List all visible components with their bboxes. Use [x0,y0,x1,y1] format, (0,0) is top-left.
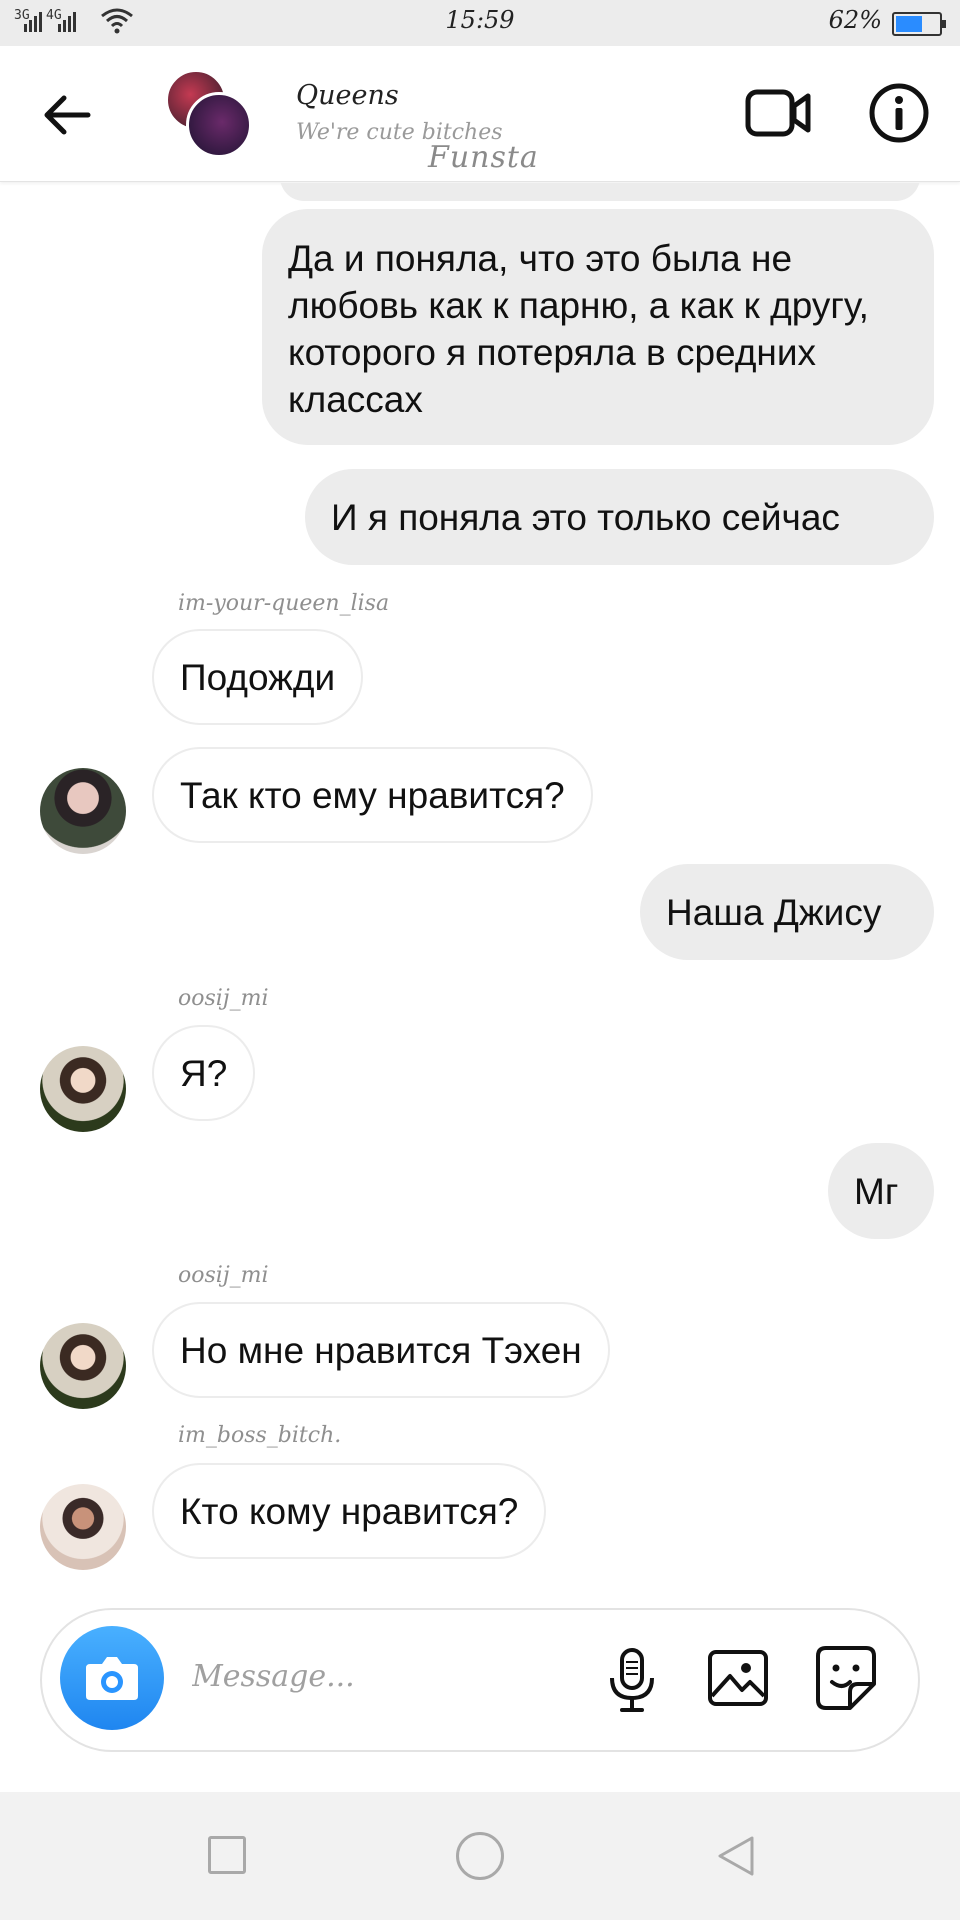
camera-button[interactable] [60,1626,164,1730]
camera-icon [86,1657,138,1700]
message-bubble-incoming[interactable]: Кто кому нравится? [152,1463,547,1559]
sender-name: oosij_mi [178,1263,269,1288]
clock: 15:59 [445,6,515,34]
message-composer [40,1608,920,1752]
chat-title[interactable]: Queens [296,80,399,111]
message-text: Наша Джису [666,891,882,933]
message-bubble-incoming[interactable]: Я? [152,1025,256,1121]
video-camera-icon[interactable] [744,84,812,142]
message-text: Да и поняла, что это была не любовь как … [288,238,869,420]
message-text: Но мне нравится Тэхен [180,1329,582,1371]
avatar[interactable] [40,1323,126,1409]
message-text: Мг [854,1170,899,1212]
message-text: Кто кому нравится? [180,1490,519,1532]
sticker-icon[interactable] [814,1644,878,1712]
sender-name: im_boss_bitch. [178,1423,342,1448]
battery-icon [892,12,946,36]
message-bubble-incoming[interactable]: Подожди [152,629,364,725]
chat-header: Queens We're cute bitches Funsta [0,46,960,182]
microphone-icon[interactable] [602,1646,662,1716]
system-nav-bar [0,1792,960,1920]
back-icon[interactable] [712,1832,760,1880]
status-bar: 3G 4G 15:59 62% [0,0,960,46]
message-input[interactable] [192,1646,492,1706]
message-text: Так кто ему нравится? [180,774,565,816]
sender-name: im-your-queen_lisa [178,591,390,616]
message-bubble-outgoing[interactable]: Мг [828,1143,934,1239]
info-icon[interactable] [868,82,930,144]
gallery-icon[interactable] [706,1646,770,1710]
battery-percent: 62% [828,6,882,34]
message-text: Подожди [180,656,336,698]
watermark: Funsta [428,140,539,175]
message-bubble-outgoing[interactable]: Да и поняла, что это была не любовь как … [262,209,934,445]
battery-fill [896,16,922,32]
message-bubble-outgoing[interactable]: Наша Джису [640,864,934,960]
group-avatar-front [186,92,252,158]
message-bubble-incoming[interactable]: Но мне нравится Тэхен [152,1302,610,1398]
back-arrow-icon[interactable] [38,90,98,140]
sender-name: oosij_mi [178,986,269,1011]
previous-message-bubble [280,183,920,201]
group-avatar[interactable] [166,70,256,160]
recent-apps-icon[interactable] [208,1836,246,1874]
message-bubble-outgoing[interactable]: И я поняла это только сейчас [305,469,934,565]
message-bubble-incoming[interactable]: Так кто ему нравится? [152,747,593,843]
avatar[interactable] [40,768,126,854]
message-text: И я поняла это только сейчас [331,496,840,538]
avatar[interactable] [40,1046,126,1132]
home-icon[interactable] [456,1832,504,1880]
message-list[interactable]: Да и поняла, что это была не любовь как … [0,183,960,1588]
message-text: Я? [180,1052,228,1094]
avatar[interactable] [40,1484,126,1570]
